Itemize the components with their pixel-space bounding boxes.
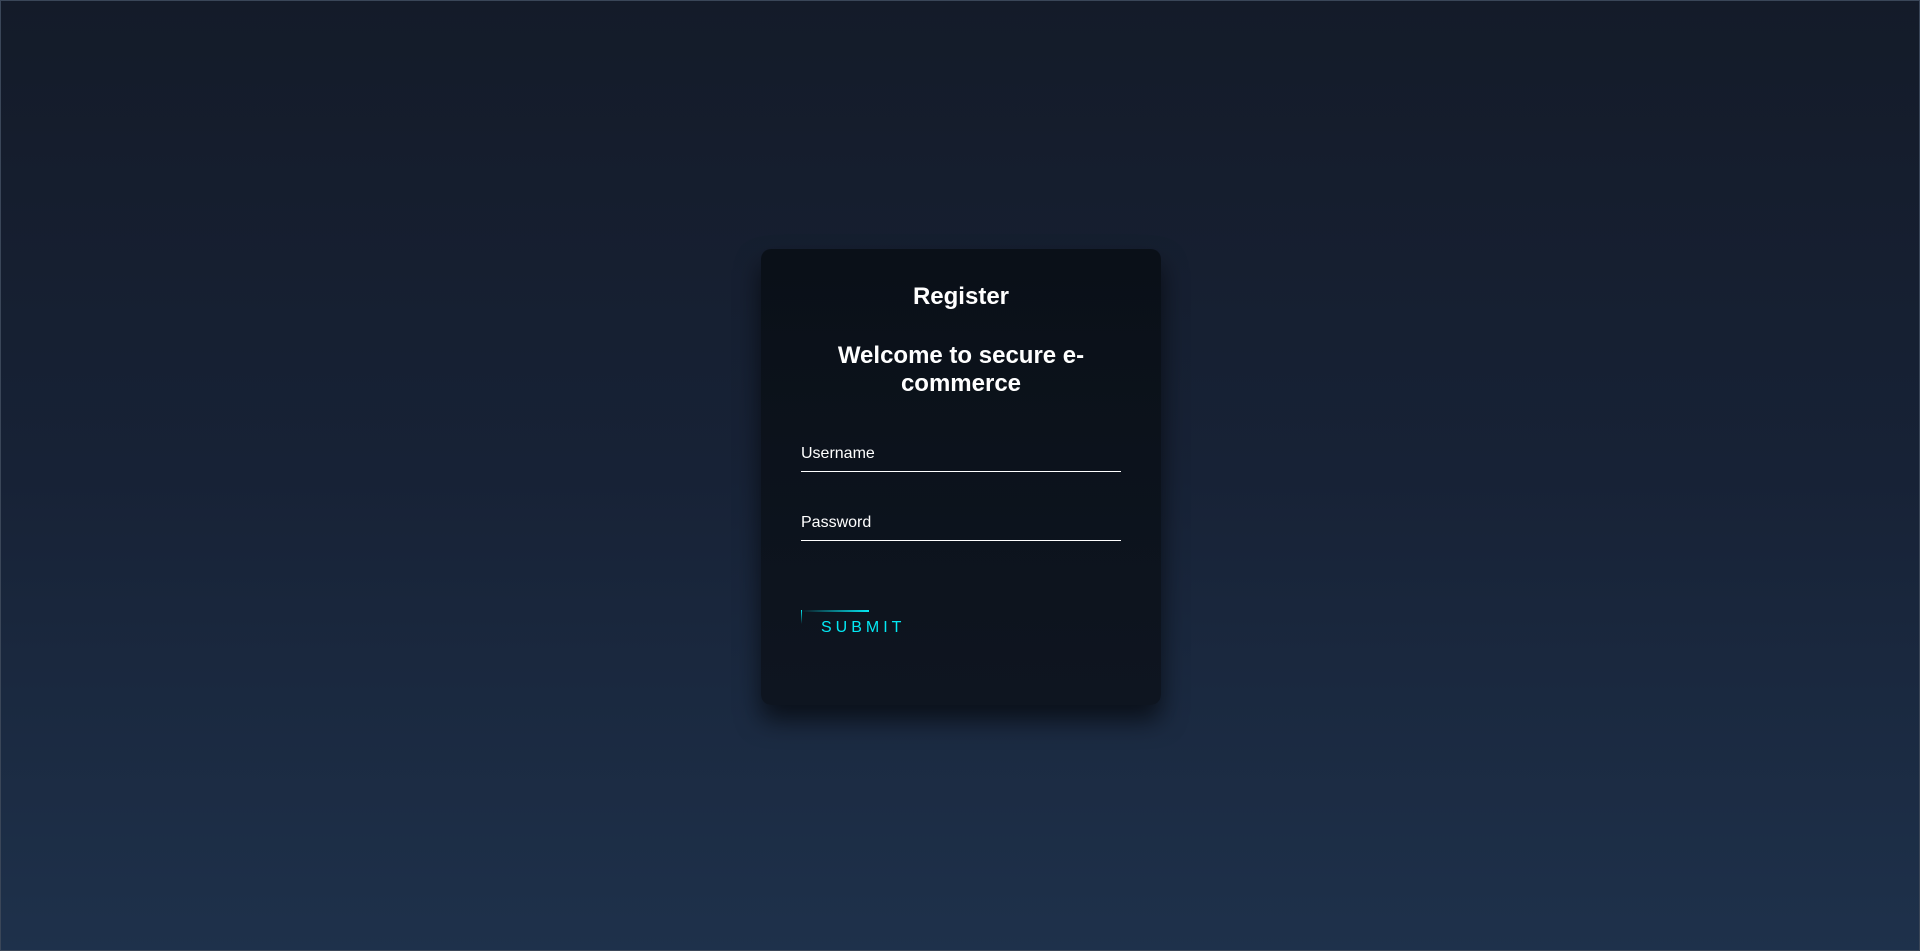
submit-button-label: SUBMIT bbox=[821, 619, 906, 636]
submit-button[interactable]: SUBMIT bbox=[801, 610, 921, 650]
username-field[interactable]: Username bbox=[801, 439, 1125, 473]
username-input[interactable] bbox=[801, 439, 1125, 473]
form-title: Register bbox=[912, 283, 1010, 310]
password-input[interactable] bbox=[801, 508, 1125, 542]
register-card: Register Welcome to secure e-commerce Us… bbox=[761, 249, 1161, 705]
form-subtitle: Welcome to secure e-commerce bbox=[837, 342, 1085, 397]
button-border-accent-top bbox=[801, 610, 869, 612]
button-border-accent-left bbox=[801, 610, 802, 624]
password-field[interactable]: Password bbox=[801, 508, 1125, 542]
